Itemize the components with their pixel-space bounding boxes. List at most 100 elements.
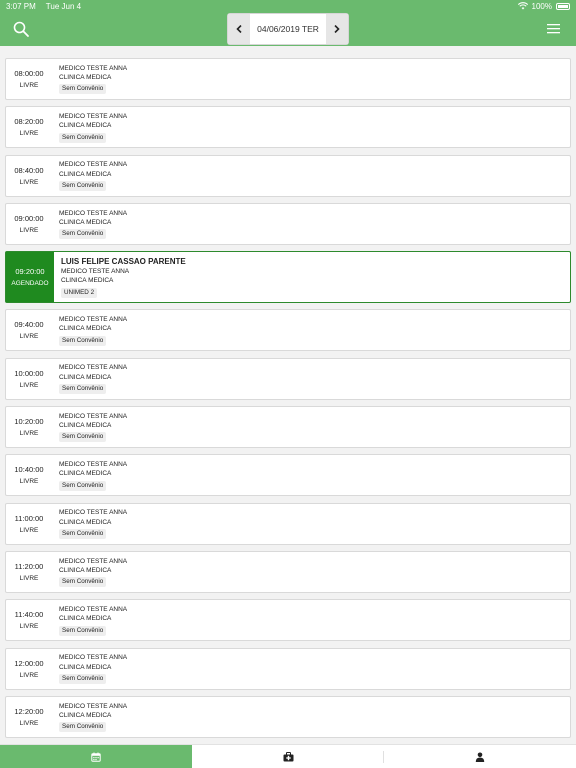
previous-day-button[interactable] [228, 14, 250, 44]
slot-info: MEDICO TESTE ANNA CLINICA MEDICA Sem Con… [52, 455, 127, 495]
slot-info: MEDICO TESTE ANNA CLINICA MEDICA Sem Con… [52, 697, 127, 737]
slot-time: 08:40:00 [14, 165, 44, 175]
schedule-slot[interactable]: 08:00:00 LIVRE MEDICO TESTE ANNA CLINICA… [5, 58, 571, 100]
next-day-button[interactable] [326, 14, 348, 44]
slot-specialty: CLINICA MEDICA [59, 325, 112, 333]
slot-status: LIVRE [19, 430, 39, 438]
schedule-slot[interactable]: 12:00:00 LIVRE MEDICO TESTE ANNA CLINICA… [5, 647, 571, 690]
tab-schedule[interactable] [0, 745, 192, 768]
tab-medical[interactable] [192, 745, 384, 768]
slot-specialty: CLINICA MEDICA [59, 663, 112, 671]
insurance-badge: Sem Convênio [59, 229, 107, 240]
insurance-badge: Sem Convênio [59, 132, 107, 143]
status-date: Tue Jun 4 [45, 1, 82, 11]
schedule-slot[interactable]: 09:40:00 LIVRE MEDICO TESTE ANNA CLINICA… [5, 309, 571, 352]
user-icon [475, 752, 485, 762]
slot-time-column: 12:00:00 LIVRE [6, 649, 52, 689]
slot-time-column: 10:20:00 LIVRE [6, 407, 52, 447]
slot-time-column: 11:00:00 LIVRE [6, 504, 52, 544]
insurance-badge: Sem Convênio [59, 722, 107, 733]
bottom-tab-bar [0, 744, 576, 768]
slot-doctor: MEDICO TESTE ANNA [59, 509, 128, 517]
slot-time-column: 10:40:00 LIVRE [6, 455, 52, 495]
insurance-badge: Sem Convênio [59, 577, 107, 588]
slot-specialty: CLINICA MEDICA [59, 373, 112, 381]
slot-specialty: CLINICA MEDICA [61, 277, 114, 285]
schedule-slot[interactable]: 11:00:00 LIVRE MEDICO TESTE ANNA CLINICA… [5, 502, 571, 545]
slot-status: LIVRE [19, 671, 39, 679]
slot-time-column: 08:20:00 LIVRE [6, 107, 52, 147]
slot-doctor: MEDICO TESTE ANNA [59, 364, 128, 372]
slot-status: LIVRE [19, 178, 39, 186]
schedule-slot[interactable]: 10:20:00 LIVRE MEDICO TESTE ANNA CLINICA… [5, 406, 571, 449]
schedule-slot[interactable]: 09:00:00 LIVRE MEDICO TESTE ANNA CLINICA… [5, 202, 571, 245]
slot-time-column: 11:40:00 LIVRE [6, 600, 52, 640]
slot-doctor: MEDICO TESTE ANNA [59, 654, 128, 662]
slot-specialty: CLINICA MEDICA [59, 518, 112, 526]
slot-time: 10:20:00 [14, 417, 44, 427]
slot-status: LIVRE [19, 574, 39, 582]
slot-status: LIVRE [19, 719, 39, 727]
slot-info: MEDICO TESTE ANNA CLINICA MEDICA Sem Con… [52, 552, 127, 592]
current-date[interactable]: 04/06/2019 TER [250, 14, 326, 44]
booked-schedule-slot[interactable]: 09:20:00 AGENDADO LUIS FELIPE CASSAO PAR… [5, 251, 571, 304]
slot-specialty: CLINICA MEDICA [59, 422, 112, 430]
schedule-slot[interactable]: 08:40:00 LIVRE MEDICO TESTE ANNA CLINICA… [5, 154, 571, 197]
schedule-slot[interactable]: 11:40:00 LIVRE MEDICO TESTE ANNA CLINICA… [5, 599, 571, 642]
slot-info: MEDICO TESTE ANNA CLINICA MEDICA Sem Con… [52, 156, 127, 196]
slot-patient-name: LUIS FELIPE CASSAO PARENTE [61, 256, 186, 266]
slot-info: MEDICO TESTE ANNA CLINICA MEDICA Sem Con… [52, 600, 127, 640]
slot-doctor: MEDICO TESTE ANNA [59, 605, 128, 613]
insurance-badge: Sem Convênio [59, 480, 107, 491]
insurance-badge: Sem Convênio [59, 673, 107, 684]
slot-specialty: CLINICA MEDICA [59, 170, 112, 178]
insurance-badge: Sem Convênio [59, 335, 107, 346]
slot-time: 09:40:00 [14, 320, 44, 330]
medical-kit-icon [283, 751, 293, 761]
insurance-badge: Sem Convênio [59, 625, 107, 636]
slot-doctor: MEDICO TESTE ANNA [61, 268, 130, 276]
slot-doctor: MEDICO TESTE ANNA [59, 209, 128, 217]
wifi-icon [517, 2, 528, 10]
slot-status: AGENDADO [11, 280, 49, 288]
slot-info: MEDICO TESTE ANNA CLINICA MEDICA Sem Con… [52, 107, 127, 147]
schedule-slot[interactable]: 10:40:00 LIVRE MEDICO TESTE ANNA CLINICA… [5, 454, 571, 497]
insurance-badge: Sem Convênio [59, 84, 107, 95]
slot-specialty: CLINICA MEDICA [59, 74, 112, 81]
schedule-list: 08:00:00 LIVRE MEDICO TESTE ANNA CLINICA… [5, 58, 571, 744]
hamburger-menu-icon[interactable] [546, 22, 562, 36]
schedule-slot[interactable]: 08:20:00 LIVRE MEDICO TESTE ANNA CLINICA… [5, 106, 571, 149]
slot-time: 11:20:00 [14, 561, 44, 571]
slot-info: MEDICO TESTE ANNA CLINICA MEDICA Sem Con… [52, 407, 127, 447]
schedule-slot[interactable]: 10:00:00 LIVRE MEDICO TESTE ANNA CLINICA… [5, 357, 571, 400]
slot-info: LUIS FELIPE CASSAO PARENTE MEDICO TESTE … [54, 252, 186, 302]
slot-time-column: 10:00:00 LIVRE [6, 359, 52, 399]
slot-doctor: MEDICO TESTE ANNA [59, 702, 128, 710]
schedule-slot[interactable]: 12:20:00 LIVRE MEDICO TESTE ANNA CLINICA… [5, 695, 571, 738]
slot-info: MEDICO TESTE ANNA CLINICA MEDICA Sem Con… [52, 504, 127, 544]
insurance-badge: Sem Convênio [59, 432, 107, 443]
battery-icon [556, 2, 570, 10]
slot-specialty: CLINICA MEDICA [59, 218, 112, 226]
slot-info: MEDICO TESTE ANNA CLINICA MEDICA Sem Con… [52, 649, 127, 689]
schedule-slot[interactable]: 11:20:00 LIVRE MEDICO TESTE ANNA CLINICA… [5, 550, 571, 593]
top-bar: 04/06/2019 TER [0, 12, 576, 46]
status-bar: 3:07 PM Tue Jun 4 100% [0, 0, 576, 12]
slot-doctor: MEDICO TESTE ANNA [59, 161, 128, 169]
slot-status: LIVRE [19, 333, 39, 341]
tab-profile[interactable] [384, 745, 576, 768]
slot-time-column: 12:20:00 LIVRE [6, 697, 52, 737]
search-icon[interactable] [12, 20, 30, 38]
slot-status: LIVRE [19, 623, 39, 631]
slot-time: 11:40:00 [14, 610, 44, 620]
slot-time-column: 09:20:00 AGENDADO [6, 252, 54, 303]
slot-doctor: MEDICO TESTE ANNA [59, 557, 128, 565]
slot-time: 11:00:00 [14, 513, 44, 523]
slot-doctor: MEDICO TESTE ANNA [59, 316, 128, 324]
slot-time: 12:20:00 [14, 706, 44, 716]
slot-time-column: 08:40:00 LIVRE [6, 156, 52, 196]
slot-doctor: MEDICO TESTE ANNA [59, 64, 128, 72]
date-navigator: 04/06/2019 TER [228, 14, 348, 44]
slot-info: MEDICO TESTE ANNA CLINICA MEDICA Sem Con… [52, 359, 127, 399]
calendar-icon [91, 752, 101, 762]
